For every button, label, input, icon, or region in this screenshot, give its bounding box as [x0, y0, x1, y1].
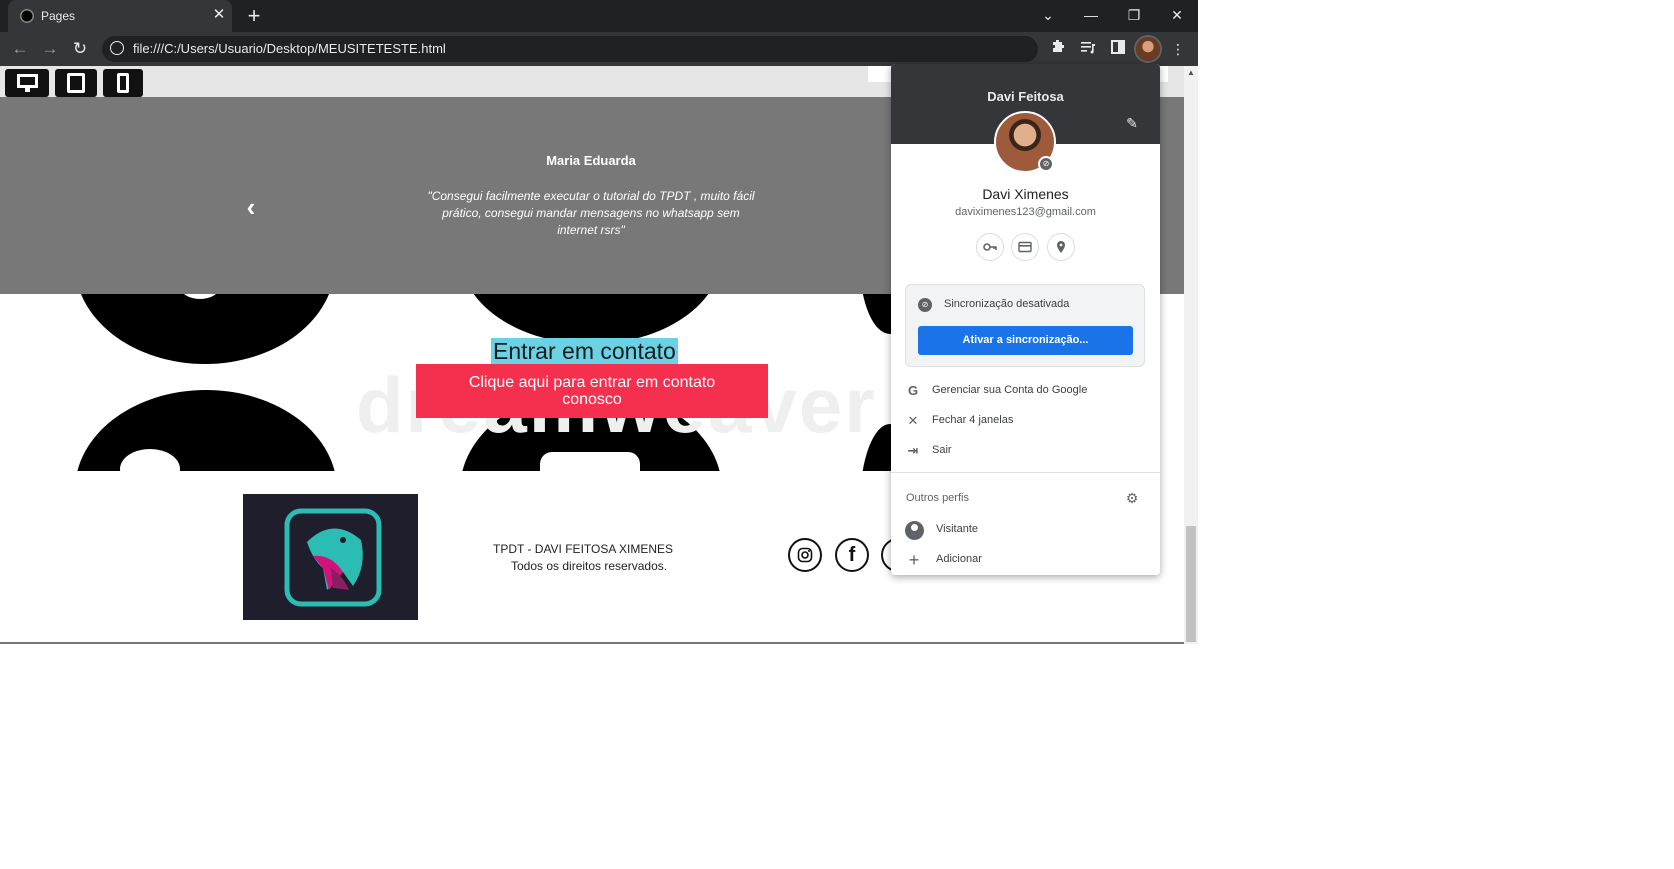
- menu-item-sign-out[interactable]: ⇥ Sair: [891, 440, 1160, 462]
- restore-button[interactable]: ❐: [1114, 2, 1154, 28]
- menu-item-label: Sair: [932, 444, 952, 456]
- browser-menu-icon[interactable]: ⋮: [1168, 39, 1188, 59]
- menu-item-label: Gerenciar sua Conta do Google: [932, 384, 1088, 396]
- edit-profile-icon[interactable]: ✎: [1123, 114, 1141, 132]
- payment-card-icon[interactable]: [1011, 233, 1039, 261]
- google-icon: G: [907, 383, 919, 398]
- sync-status: Sincronização desativada: [944, 298, 1070, 310]
- tab-title: Pages: [41, 9, 76, 23]
- reading-list-icon[interactable]: [1078, 39, 1098, 59]
- footer-rights: Todos os direitos reservados.: [511, 559, 668, 573]
- minimize-button[interactable]: —: [1071, 2, 1111, 28]
- back-button[interactable]: ←: [9, 38, 31, 60]
- close-icon: ✕: [907, 413, 919, 428]
- footer-title: TPDT - DAVI FEITOSA XIMENES: [493, 542, 674, 556]
- plus-icon: +: [908, 550, 920, 570]
- page-favicon-icon: [20, 9, 34, 23]
- add-profile-label: Adicionar: [936, 553, 982, 565]
- other-profiles-heading: Outros perfis: [906, 492, 969, 504]
- scroll-up-icon[interactable]: ▲: [1186, 68, 1196, 78]
- side-panel-icon[interactable]: [1108, 39, 1128, 59]
- extensions-icon[interactable]: [1048, 39, 1068, 59]
- facebook-icon[interactable]: f: [835, 538, 869, 572]
- mobile-view-button[interactable]: [103, 69, 143, 97]
- tab-pages[interactable]: Pages ✕: [8, 0, 232, 32]
- instagram-icon[interactable]: [788, 538, 822, 572]
- tablet-icon: [67, 73, 85, 93]
- carousel-prev-icon[interactable]: ‹: [238, 192, 264, 222]
- contact-button-label: Clique aqui para entrar em contato conos…: [468, 374, 716, 408]
- site-logo: [243, 494, 418, 620]
- site-info-icon[interactable]: [110, 41, 124, 55]
- contact-button[interactable]: Clique aqui para entrar em contato conos…: [416, 364, 768, 418]
- gear-icon[interactable]: ⚙: [1124, 490, 1140, 506]
- sign-out-icon: ⇥: [907, 443, 919, 458]
- reload-button[interactable]: ↻: [69, 38, 91, 60]
- sync-disabled-icon: ⊘: [918, 298, 932, 312]
- password-key-icon[interactable]: [976, 233, 1004, 261]
- testimonial-quote: "Consegui facilmente executar o tutorial…: [427, 189, 755, 237]
- profile-avatar-button[interactable]: [1136, 37, 1160, 61]
- desktop-view-button[interactable]: [5, 69, 49, 97]
- forward-button[interactable]: →: [39, 38, 61, 60]
- desktop-icon-stand: [25, 88, 30, 92]
- menu-item-close-windows[interactable]: ✕ Fechar 4 janelas: [891, 410, 1160, 432]
- close-tab-icon[interactable]: ✕: [210, 5, 228, 25]
- tablet-view-button[interactable]: [55, 69, 97, 97]
- profile-menu: Davi Feitosa ✎ ⊘ Davi Ximenes daviximene…: [891, 64, 1160, 575]
- address-url[interactable]: file:///C:/Users/Usuario/Desktop/MEUSITE…: [133, 41, 446, 56]
- profile-full-name: Davi Ximenes: [982, 186, 1069, 202]
- close-window-button[interactable]: ✕: [1157, 2, 1197, 28]
- guest-avatar-icon: [905, 521, 924, 540]
- scrollbar-thumb[interactable]: [1186, 526, 1196, 642]
- new-tab-button[interactable]: +: [243, 4, 265, 28]
- menu-item-manage-account[interactable]: G Gerenciar sua Conta do Google: [891, 380, 1160, 402]
- testimonial-author: Maria Eduarda: [546, 153, 636, 168]
- menu-divider: [891, 472, 1160, 473]
- profile-header-name: Davi Feitosa: [987, 89, 1064, 104]
- add-profile[interactable]: + Adicionar: [891, 548, 1160, 572]
- enable-sync-button[interactable]: Ativar a sincronização...: [918, 326, 1133, 355]
- address-location-icon[interactable]: [1047, 233, 1075, 261]
- mobile-icon: [117, 73, 129, 93]
- page-divider: [0, 642, 1184, 644]
- contact-heading: Entrar em contato: [491, 338, 678, 364]
- profile-guest[interactable]: Visitante: [891, 518, 1160, 542]
- profile-email: daviximenes123@gmail.com: [955, 206, 1096, 218]
- tab-search-button[interactable]: ⌄: [1028, 2, 1068, 28]
- sync-off-badge-icon: ⊘: [1038, 156, 1054, 172]
- profile-guest-label: Visitante: [936, 523, 978, 535]
- desktop-icon: [17, 74, 38, 88]
- menu-item-label: Fechar 4 janelas: [932, 414, 1014, 426]
